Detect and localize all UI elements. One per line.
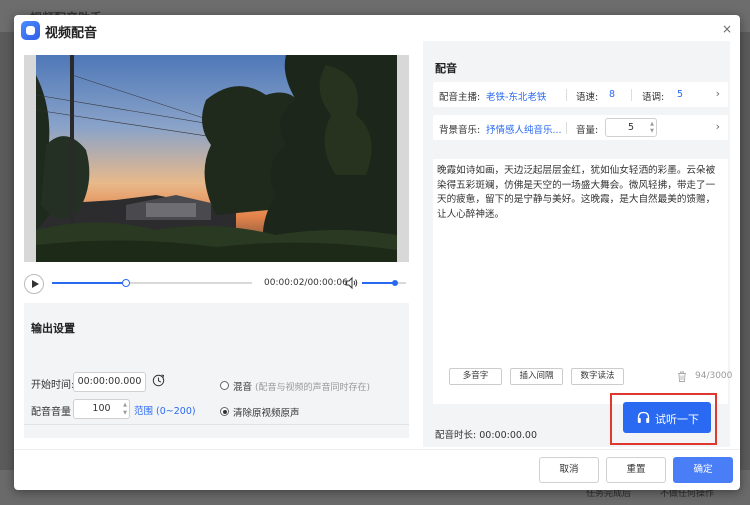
speaker-icon[interactable] xyxy=(344,276,358,290)
play-button[interactable] xyxy=(24,274,44,294)
dub-text[interactable]: 晚霞如诗如画，天边泛起层层金红，犹如仙女轻洒的彩墨。云朵被染得五彩斑斓，仿佛是天… xyxy=(437,164,722,222)
char-count: 94/3000 xyxy=(695,371,733,381)
range-hint: (0~200) xyxy=(156,406,196,417)
headphone-icon xyxy=(637,411,650,423)
listen-button[interactable]: 试听一下 xyxy=(623,402,711,433)
polyphone-button[interactable]: 多音字 xyxy=(449,368,502,385)
app-logo-icon xyxy=(21,21,40,40)
start-time-label: 开始时间: xyxy=(31,380,75,391)
insert-pause-button[interactable]: 插入间隔 xyxy=(510,368,563,385)
chevron-right-icon[interactable]: › xyxy=(716,120,720,133)
dub-volume-label: 配音音量 xyxy=(31,407,71,418)
duration-value: 00:00:00.00 xyxy=(479,430,538,441)
remove-original-label[interactable]: 清除原视频原声 xyxy=(233,405,300,419)
reset-button[interactable]: 重置 xyxy=(606,457,666,483)
bgm-label: 背景音乐: xyxy=(439,125,481,136)
dub-volume-value: 100 xyxy=(92,403,111,414)
dub-panel: 配音 配音主播: 老铁-东北老铁 语速: 8 语调: 5 › 背景音乐: 抒情感… xyxy=(423,41,733,447)
anchor-label: 配音主播: xyxy=(439,92,481,103)
mix-label: 混音 xyxy=(233,382,253,393)
speed-label: 语速: xyxy=(576,92,599,103)
confirm-button[interactable]: 确定 xyxy=(673,457,733,483)
sunset-scene-image xyxy=(36,55,397,262)
video-preview xyxy=(24,55,409,262)
bgm-settings-row[interactable]: 背景音乐: 抒情感人纯音乐... 音量: 5 ▲ ▼ › xyxy=(433,115,728,140)
cancel-button[interactable]: 取消 xyxy=(539,457,599,483)
dialog-title: 视频配音 xyxy=(45,26,98,41)
player-controls: 00:00:02/00:00:06 xyxy=(24,273,409,295)
stepper-up-icon[interactable]: ▲ xyxy=(123,402,127,408)
listen-highlight: 试听一下 xyxy=(610,393,717,445)
volume-slider[interactable] xyxy=(362,280,406,286)
bgm-volume-stepper[interactable]: 5 ▲ ▼ xyxy=(605,118,657,137)
dub-volume-stepper[interactable]: 100 ▲ ▼ xyxy=(73,399,130,419)
stepper-down-icon[interactable]: ▼ xyxy=(650,128,654,134)
dub-section-title: 配音 xyxy=(435,62,457,75)
dub-duration: 配音时长: 00:00:00.00 xyxy=(435,427,537,441)
volume-thumb[interactable] xyxy=(392,280,398,286)
footer-divider xyxy=(14,449,740,450)
separator xyxy=(631,89,632,101)
stepper-down-icon[interactable]: ▼ xyxy=(123,410,127,416)
mix-radio[interactable] xyxy=(220,381,229,390)
volume-fill xyxy=(362,282,395,284)
stepper-up-icon[interactable]: ▲ xyxy=(650,121,654,127)
pitch-value[interactable]: 5 xyxy=(677,89,683,100)
range-label: 范围 xyxy=(134,406,154,417)
progress-fill xyxy=(52,282,126,284)
listen-button-label: 试听一下 xyxy=(655,413,699,426)
video-frame-image xyxy=(36,55,397,262)
duration-label: 配音时长: xyxy=(435,430,477,441)
speed-value[interactable]: 8 xyxy=(609,89,615,100)
pitch-label: 语调: xyxy=(642,92,665,103)
separator xyxy=(566,89,567,101)
volume-range: 范围 (0~200) xyxy=(134,403,196,417)
output-divider xyxy=(24,424,409,425)
mix-option[interactable]: 混音 (配音与视频的声音同时存在) xyxy=(233,379,370,393)
progress-slider[interactable] xyxy=(52,279,252,287)
video-dub-dialog: 视频配音 × 00:00:02/00:00:06 输出设置 开始时间: 00:0… xyxy=(14,15,740,490)
progress-thumb[interactable] xyxy=(122,279,130,287)
mix-hint: (配音与视频的声音同时存在) xyxy=(255,383,371,393)
anchor-value[interactable]: 老铁-东北老铁 xyxy=(486,89,546,103)
close-icon[interactable]: × xyxy=(722,22,732,36)
chevron-right-icon[interactable]: › xyxy=(716,87,720,100)
bgm-value[interactable]: 抒情感人纯音乐... xyxy=(486,122,562,136)
bgm-volume-value: 5 xyxy=(627,122,635,133)
voice-settings-row[interactable]: 配音主播: 老铁-东北老铁 语速: 8 语调: 5 › xyxy=(433,82,728,107)
output-settings-title: 输出设置 xyxy=(31,322,75,335)
clock-reset-icon[interactable] xyxy=(152,374,165,387)
time-display: 00:00:02/00:00:06 xyxy=(264,278,348,288)
bgm-volume-label: 音量: xyxy=(576,125,599,136)
output-settings-panel: 输出设置 开始时间: 00:00:00.000 配音音量 100 ▲ ▼ 范围 … xyxy=(24,303,409,438)
remove-original-radio[interactable] xyxy=(220,407,229,416)
number-reading-button[interactable]: 数字读法 xyxy=(571,368,624,385)
trash-icon[interactable] xyxy=(677,371,687,382)
separator xyxy=(566,122,567,134)
start-time-input[interactable]: 00:00:00.000 xyxy=(73,372,146,392)
